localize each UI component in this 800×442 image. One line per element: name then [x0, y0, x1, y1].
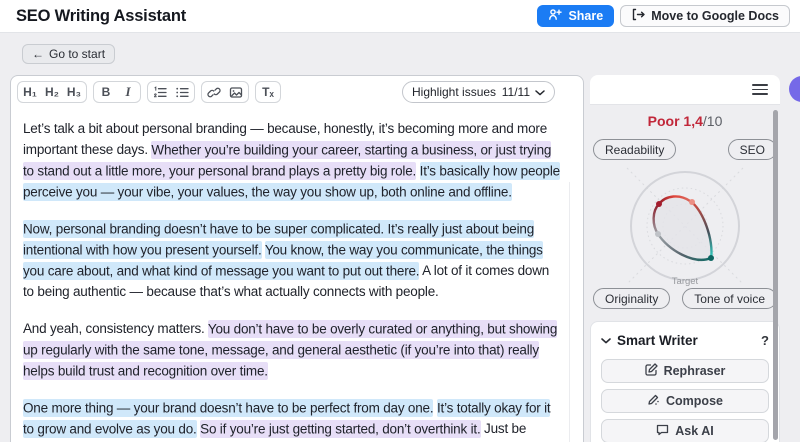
paragraph: Let’s talk a bit about personal branding…: [23, 118, 563, 202]
score-label: Poor: [648, 113, 680, 129]
h1-button[interactable]: H₁: [19, 82, 41, 102]
h3-button[interactable]: H₃: [63, 82, 85, 102]
image-button[interactable]: [225, 82, 247, 102]
smart-writer-header[interactable]: Smart Writer ?: [601, 331, 769, 349]
insert-buttons-group: [201, 81, 249, 103]
highlight-purple-span: So if you’re just getting started, don’t…: [200, 420, 480, 438]
tone-of-voice-pill[interactable]: Tone of voice: [682, 288, 777, 309]
back-arrow-icon: ←: [32, 47, 44, 61]
h2-button[interactable]: H₂: [41, 82, 63, 102]
editor-scroll-gutter: [569, 182, 570, 442]
rephraser-button[interactable]: Rephraser: [601, 359, 769, 383]
ask-ai-button[interactable]: Ask AI: [601, 419, 769, 442]
text-span: And yeah, consistency matters.: [23, 321, 208, 336]
compose-label: Compose: [666, 394, 723, 408]
move-to-google-docs-button[interactable]: Move to Google Docs: [620, 5, 790, 27]
text-style-group: B I: [93, 81, 141, 103]
highlight-issues-count: 11/11: [502, 85, 530, 99]
score-out-of: /10: [703, 113, 722, 129]
score-value: 1,4: [683, 113, 702, 129]
heading-buttons-group: H₁ H₂ H₃: [17, 81, 87, 103]
help-icon[interactable]: ?: [761, 333, 769, 348]
seo-dot: [689, 199, 695, 205]
move-to-google-docs-label: Move to Google Docs: [651, 9, 779, 23]
smart-writer-title: Smart Writer: [617, 333, 698, 348]
originality-pill[interactable]: Originality: [593, 288, 670, 309]
go-to-start-label: Go to start: [49, 47, 105, 61]
bullet-list-icon: [175, 86, 189, 99]
readability-pill[interactable]: Readability: [593, 139, 676, 160]
clear-format-group: Tₓ: [255, 81, 281, 103]
smart-writer-card: Smart Writer ? Rephraser: [590, 321, 780, 442]
page-title: SEO Writing Assistant: [16, 7, 186, 26]
score-sidebar: Poor 1,4/10 Readability SEO: [590, 75, 780, 442]
highlight-issues-label: Highlight issues: [412, 85, 496, 99]
list-buttons-group: [147, 81, 195, 103]
export-arrow-icon: [631, 8, 645, 24]
originality-dot: [655, 231, 661, 237]
chevron-down-icon: [535, 83, 545, 101]
highlight-issues-dropdown[interactable]: Highlight issues 11/11: [402, 81, 555, 103]
editor-toolbar: H₁ H₂ H₃ B I: [11, 76, 583, 108]
editor-content[interactable]: Let’s talk a bit about personal branding…: [11, 108, 583, 442]
paragraph: And yeah, consistency matters. You don’t…: [23, 318, 563, 381]
paragraph: Now, personal branding doesn’t have to b…: [23, 218, 563, 302]
sidebar-topbar: [590, 75, 780, 105]
image-icon: [229, 86, 243, 99]
ask-ai-chat-icon: [656, 423, 669, 439]
header-actions: Share Move to Google Docs: [537, 5, 790, 27]
rephraser-label: Rephraser: [664, 364, 726, 378]
ask-ai-label: Ask AI: [675, 424, 713, 438]
ordered-list-icon: [153, 86, 167, 99]
chevron-down-icon: [601, 331, 611, 349]
top-pills-row: Readability SEO: [590, 139, 780, 160]
bullet-list-button[interactable]: [171, 82, 193, 102]
share-button-label: Share: [568, 9, 603, 23]
compose-pen-icon: [647, 393, 660, 409]
tone-of-voice-dot: [708, 255, 714, 261]
overall-score: Poor 1,4/10: [590, 113, 780, 131]
share-button[interactable]: Share: [537, 5, 614, 27]
clear-formatting-button[interactable]: Tₓ: [257, 82, 279, 102]
link-icon: [207, 86, 221, 99]
readability-dot: [656, 201, 662, 207]
go-to-start-button[interactable]: ← Go to start: [22, 44, 115, 64]
smart-writer-buttons: Rephraser Compose: [601, 359, 769, 442]
rephraser-edit-icon: [645, 363, 658, 379]
bold-button[interactable]: B: [95, 82, 117, 102]
menu-icon[interactable]: [752, 83, 768, 97]
gauge-blob-fill: [654, 196, 712, 259]
floating-action-button[interactable]: [789, 76, 800, 102]
paragraph: One more thing — your brand doesn’t have…: [23, 397, 563, 442]
compose-button[interactable]: Compose: [601, 389, 769, 413]
highlight-blue-span: One more thing — your brand doesn’t have…: [23, 399, 433, 417]
sidebar-scrollbar[interactable]: [773, 110, 778, 440]
person-plus-icon: [548, 8, 562, 24]
editor-panel: H₁ H₂ H₃ B I: [10, 75, 584, 442]
score-gauge: Target: [590, 162, 780, 288]
seo-pill[interactable]: SEO: [728, 139, 777, 160]
seo-writing-assistant-app: SEO Writing Assistant Share: [0, 0, 800, 442]
target-label: Target: [672, 276, 699, 287]
header: SEO Writing Assistant Share: [0, 0, 800, 33]
italic-button[interactable]: I: [117, 82, 139, 102]
link-button[interactable]: [203, 82, 225, 102]
ordered-list-button[interactable]: [149, 82, 171, 102]
bottom-pills-row: Originality Tone of voice: [590, 288, 780, 309]
